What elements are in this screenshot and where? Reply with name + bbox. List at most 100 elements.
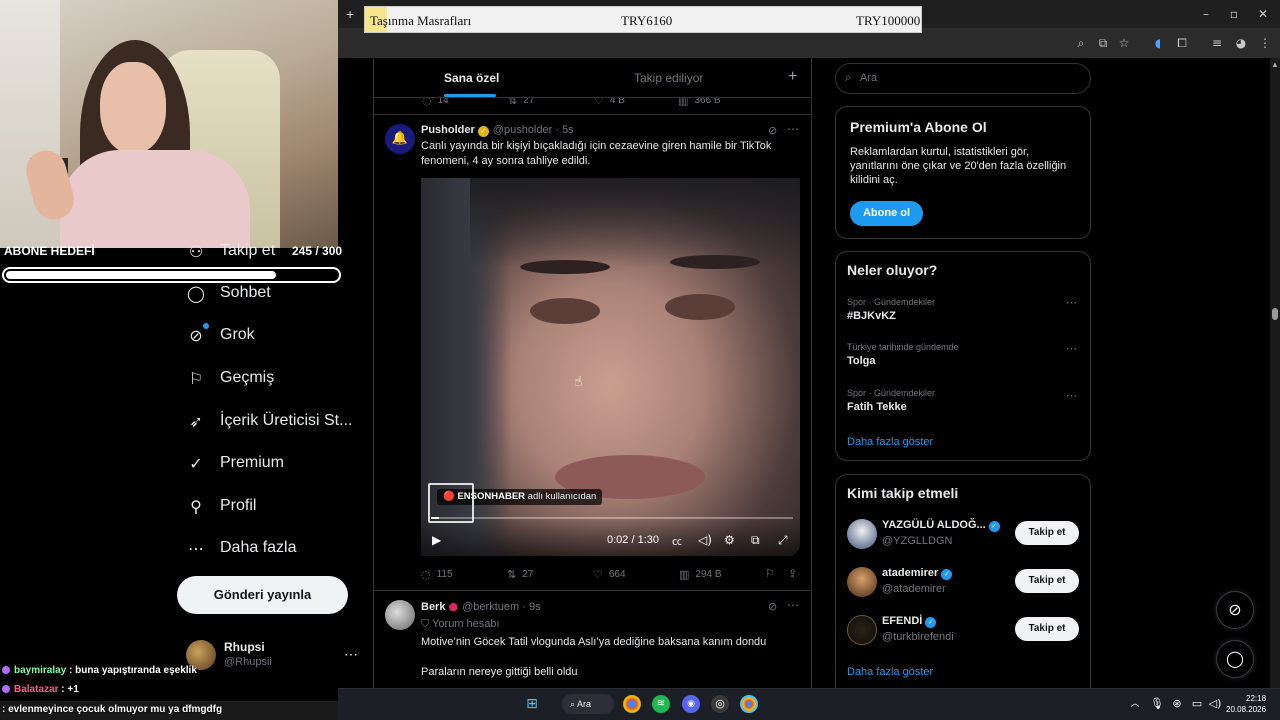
minimize-icon[interactable]: – (1198, 6, 1214, 22)
nav-item-profile[interactable]: ⚲ Profil (186, 491, 256, 521)
repost-button[interactable]: ⇅ 27 (507, 568, 533, 581)
captions-icon[interactable]: ㏄ (672, 533, 682, 548)
trend-category: Türkiye tarihinde gündemde (847, 342, 959, 352)
tweet-text: Motive’nin Göcek Tatil vlogunda Aslı’ya … (421, 636, 767, 648)
bookmark-star-icon[interactable]: ☆ (1116, 35, 1132, 51)
chat-text: : evlenmeyince çocuk olmuyor mu ya dfmgd… (2, 704, 223, 715)
messages-fab-icon[interactable]: ◯ (1216, 640, 1254, 678)
scrollbar[interactable] (1270, 58, 1280, 700)
suggested-user-name[interactable]: YAZGÜLÜ ALDOĞ... ✓ (882, 519, 1000, 532)
steam-icon[interactable]: ◎ (711, 695, 729, 713)
nav-item-more[interactable]: ⋯ Daha fazla (186, 533, 297, 563)
reading-list-icon[interactable]: ≡ (1209, 35, 1225, 51)
suggested-user-name[interactable]: EFENDİ ✓ (882, 615, 937, 628)
views-count[interactable]: ▥ 294 B (679, 568, 722, 581)
pip-icon[interactable]: ⧉ (751, 533, 760, 548)
tweet-more-icon[interactable]: ⋯ (787, 598, 799, 612)
discord-icon[interactable]: ◉ (682, 695, 700, 713)
follow-button[interactable]: Takip et (1015, 569, 1079, 593)
nav-label: İçerik Üreticisi St... (220, 412, 353, 429)
follow-button[interactable]: Takip et (1015, 521, 1079, 545)
trend-item[interactable]: Tolga (847, 355, 876, 367)
tweet-avatar[interactable]: 🔔 (385, 124, 415, 154)
trend-more-icon[interactable]: ⋯ (1066, 342, 1077, 355)
suggested-user-name[interactable]: atademirer ✓ (882, 567, 953, 580)
settings-gear-icon[interactable]: ⚙ (724, 533, 735, 547)
trends-show-more[interactable]: Daha fazla göster (847, 436, 933, 448)
new-tab-button[interactable]: + (346, 6, 354, 22)
premium-title: Premium'a Abone Ol (850, 119, 987, 135)
reply-button[interactable]: ◌ 115 (421, 568, 453, 581)
play-icon[interactable]: ▶ (432, 533, 441, 547)
follow-button[interactable]: Takip et (1015, 617, 1079, 641)
scroll-up-icon[interactable]: ▲ (1271, 60, 1279, 69)
account-menu-icon[interactable]: ⋯ (344, 646, 358, 663)
nav-item-premium[interactable]: ✓ Premium (186, 448, 284, 478)
windows-start-icon[interactable]: ⊞ (523, 695, 541, 713)
taskbar-clock[interactable]: 22:18 20.08.2026 (1226, 693, 1266, 715)
spotify-icon[interactable]: ≋ (652, 695, 670, 713)
like-button[interactable]: ♡ 664 (593, 568, 626, 581)
video-progress-bar[interactable] (431, 517, 793, 519)
more-circle-icon: ⋯ (188, 538, 204, 558)
bookmark-button[interactable]: ⚐ (765, 567, 781, 580)
tweet-more-icon[interactable]: ⋯ (787, 122, 799, 136)
share-icon: ⇪ (788, 567, 798, 580)
microphone-icon[interactable]: 🎙 (1148, 695, 1166, 713)
extension-icon[interactable]: ◖ (1150, 35, 1166, 51)
close-icon[interactable]: ✕ (1255, 6, 1271, 22)
nav-item-grok[interactable]: ⊘ Grok (186, 320, 254, 350)
chrome-icon[interactable] (623, 695, 641, 713)
trends-title: Neler oluyor? (847, 262, 938, 278)
maximize-icon[interactable]: ▫ (1226, 6, 1242, 22)
extensions-puzzle-icon[interactable]: ⧠ (1174, 35, 1190, 51)
nav-item-bookmarks[interactable]: ⚐ Geçmiş (186, 363, 274, 393)
sub-goal-bar (2, 267, 341, 283)
nav-item-follow[interactable]: ⚇ Takip et (186, 236, 275, 266)
zoom-icon[interactable]: ⌕ (1073, 35, 1089, 51)
video-frame-detail (530, 298, 600, 324)
trend-more-icon[interactable]: ⋯ (1066, 296, 1077, 309)
chrome-active-icon[interactable] (740, 695, 758, 713)
who-to-follow-show-more[interactable]: Daha fazla göster (847, 666, 933, 678)
avatar[interactable] (847, 567, 877, 597)
chat-message: Balatazar : +1 (2, 684, 79, 695)
grok-tweet-icon[interactable]: ⊘ (768, 600, 777, 613)
tab-indicator (444, 94, 496, 97)
notification-dot (203, 323, 209, 329)
tray-icon[interactable]: ⊛ (1168, 695, 1186, 713)
tab-following[interactable]: Takip ediliyor (634, 71, 703, 85)
display-icon[interactable]: ▭ (1188, 695, 1206, 713)
nav-item-creator-studio[interactable]: ➶ İçerik Üreticisi St... (186, 406, 352, 436)
sub-goal-count: 245 / 300 (292, 244, 343, 258)
fullscreen-icon[interactable]: ⤢ (778, 533, 788, 548)
taskbar-search[interactable]: ⌕ Ara (562, 694, 614, 714)
avatar[interactable] (847, 615, 877, 645)
trend-item[interactable]: Fatih Tekke (847, 401, 907, 413)
volume-icon[interactable]: ◁) (698, 533, 712, 547)
cursor-icon: ☝ (574, 374, 583, 390)
trend-item[interactable]: #BJKvKZ (847, 310, 896, 322)
share-button[interactable]: ⇪ (788, 567, 803, 580)
tweet-author[interactable]: Pusholder ✓ @pusholder · 5s (421, 124, 574, 137)
tray-chevron-icon[interactable]: ︿ (1126, 695, 1144, 713)
tweet-avatar[interactable] (385, 600, 415, 630)
tab-for-you[interactable]: Sana özel (444, 71, 499, 85)
trend-more-icon[interactable]: ⋯ (1066, 389, 1077, 402)
scrollbar-thumb[interactable] (1272, 308, 1278, 320)
tweet-text: Canlı yayında bir kişiyi bıçakladığı içi… (421, 140, 772, 167)
install-icon[interactable]: ⧉ (1095, 35, 1111, 51)
grok-tweet-icon[interactable]: ⊘ (768, 124, 777, 137)
profile-icon[interactable]: ◕ (1233, 35, 1249, 51)
tweet-author[interactable]: Berk ● @berktuem · 9s (421, 600, 541, 613)
account-label: ⛉ Yorum hesabı (421, 617, 500, 630)
post-button[interactable]: Gönderi yayınla (177, 576, 348, 614)
subscribe-button[interactable]: Abone ol (850, 201, 923, 226)
add-tab-icon[interactable]: + (788, 68, 797, 86)
volume-tray-icon[interactable]: ◁) (1206, 695, 1224, 713)
nav-item-chat[interactable]: ◯ Sohbet (186, 278, 271, 308)
bookmark-icon: ⚐ (765, 567, 775, 580)
menu-kebab-icon[interactable]: ⋮ (1257, 35, 1273, 51)
avatar[interactable] (847, 519, 877, 549)
grok-fab-icon[interactable]: ⊘ (1216, 591, 1254, 629)
